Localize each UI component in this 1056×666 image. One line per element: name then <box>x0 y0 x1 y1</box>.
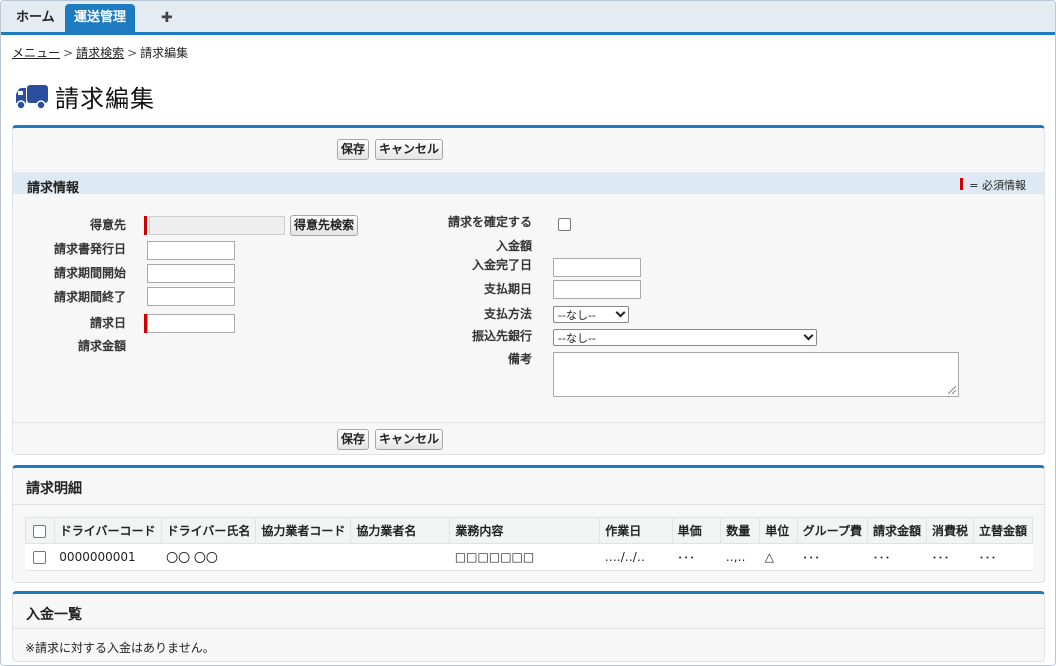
add-tab-icon[interactable]: ✚ <box>152 4 182 32</box>
required-legend-text: = 必須情報 <box>969 179 1026 192</box>
payment-method-select[interactable]: --なし-- <box>553 306 629 323</box>
select-all-cell <box>25 517 55 544</box>
due-date-input[interactable] <box>553 280 641 299</box>
table-row: 0000000001 〇〇 〇〇 □□□□□□□ ‥‥/‥/‥ ･･･ ‥,‥ … <box>25 543 1033 571</box>
tab-bar: ホーム 運送管理 ✚ <box>1 1 1055 35</box>
divider <box>13 504 1044 505</box>
column-header[interactable]: ドライバー氏名 <box>160 517 257 544</box>
label-remarks: 備考 <box>507 352 532 366</box>
table-cell: ･･･ <box>797 543 868 571</box>
label-payment-complete-date: 入金完了日 <box>471 258 532 272</box>
empty-payments-message: ※請求に対する入金はありません。 <box>25 641 215 655</box>
table-cell: △ <box>759 543 798 571</box>
detail-title: 請求明細 <box>26 481 82 497</box>
column-header[interactable]: 業務内容 <box>449 517 601 544</box>
label-issue-date: 請求書発行日 <box>53 242 126 256</box>
breadcrumb-separator: > <box>63 46 74 60</box>
label-billing-amount: 請求金額 <box>77 339 126 353</box>
table-header-row: ドライバーコード ドライバー氏名 協力業者コード 協力業者名 業務内容 作業日 … <box>25 517 1034 544</box>
label-due-date: 支払期日 <box>483 282 532 296</box>
bank-value: --なし-- <box>558 331 596 345</box>
bank-select[interactable]: --なし-- <box>553 329 817 346</box>
breadcrumb-current: 請求編集 <box>140 46 189 60</box>
cancel-button[interactable]: キャンセル <box>375 139 444 160</box>
chevron-down-icon <box>615 307 626 318</box>
breadcrumb-separator: > <box>127 46 138 60</box>
customer-field <box>149 216 285 235</box>
save-button[interactable]: 保存 <box>337 139 370 160</box>
column-header[interactable]: 単位 <box>759 517 798 544</box>
table-cell <box>255 543 351 571</box>
label-payment-method: 支払方法 <box>483 307 532 321</box>
bottom-button-row: 保存 キャンセル <box>337 429 444 451</box>
label-confirm: 請求を確定する <box>447 215 532 229</box>
column-header[interactable]: 数量 <box>720 517 761 544</box>
table-cell: 0000000001 <box>54 543 162 571</box>
column-header[interactable]: 作業日 <box>599 517 673 544</box>
billing-edit-panel: 保存 キャンセル 請求情報 = 必須情報 得意先 得意先検索 請求書発行日 請求… <box>12 125 1045 455</box>
row-checkbox[interactable] <box>33 551 47 564</box>
label-customer: 得意先 <box>89 218 126 232</box>
breadcrumb-search-link[interactable]: 請求検索 <box>76 46 124 60</box>
table-cell: ･･･ <box>926 543 974 571</box>
section-header-billing-info: 請求情報 = 必須情報 <box>13 172 1044 196</box>
period-end-input[interactable] <box>147 287 235 306</box>
save-button-bottom[interactable]: 保存 <box>337 429 370 450</box>
remarks-textarea[interactable] <box>553 352 959 397</box>
column-header[interactable]: グループ費 <box>796 517 868 544</box>
breadcrumb-menu-link[interactable]: メニュー <box>12 46 60 60</box>
confirm-checkbox[interactable] <box>558 218 571 231</box>
payment-complete-date-input[interactable] <box>553 258 641 277</box>
truck-icon <box>16 84 48 110</box>
tab-transport-management[interactable]: 運送管理 <box>65 4 136 32</box>
page-title: 請求編集 <box>55 85 155 113</box>
top-button-row: 保存 キャンセル <box>337 139 444 161</box>
column-header[interactable]: ドライバーコード <box>53 517 162 544</box>
page-header: 請求編集 <box>15 79 155 114</box>
label-received-amount: 入金額 <box>495 239 532 253</box>
period-start-input[interactable] <box>147 264 235 283</box>
select-all-checkbox[interactable] <box>33 524 47 538</box>
table-cell: ‥,‥ <box>720 543 760 571</box>
resize-handle-icon[interactable] <box>948 386 956 394</box>
label-billing-date: 請求日 <box>89 316 126 330</box>
table-cell: ‥‥/‥/‥ <box>599 543 673 571</box>
customer-search-button[interactable]: 得意先検索 <box>290 215 359 236</box>
cancel-button-bottom[interactable]: キャンセル <box>375 429 444 450</box>
column-header[interactable]: 消費税 <box>925 517 974 544</box>
issue-date-input[interactable] <box>147 241 235 260</box>
detail-table: ドライバーコード ドライバー氏名 協力業者コード 協力業者名 業務内容 作業日 … <box>25 517 1034 571</box>
column-header[interactable]: 単価 <box>671 517 722 544</box>
column-header[interactable]: 請求金額 <box>866 517 927 544</box>
table-cell: ･･･ <box>867 543 927 571</box>
billing-detail-panel: 請求明細 ドライバーコード ドライバー氏名 協力業者コード 協力業者名 業務内容… <box>12 465 1045 583</box>
payments-panel: 入金一覧 ※請求に対する入金はありません。 <box>12 591 1045 662</box>
app-window: ホーム 運送管理 ✚ メニュー > 請求検索 > 請求編集 請求編集 保存 キャンセル … <box>0 0 1056 666</box>
label-period-start: 請求期間開始 <box>53 266 126 280</box>
divider <box>13 422 1044 423</box>
table-cell: □□□□□□□ <box>449 543 600 571</box>
divider <box>13 628 1044 629</box>
billing-date-input[interactable] <box>147 314 235 333</box>
row-select-cell <box>25 543 55 571</box>
table-cell <box>350 543 450 571</box>
column-header[interactable]: 立替金額 <box>972 517 1034 544</box>
payment-method-value: --なし-- <box>558 308 596 322</box>
required-marker <box>960 178 964 190</box>
table-cell: 〇〇 〇〇 <box>161 543 256 571</box>
breadcrumb: メニュー > 請求検索 > 請求編集 <box>12 44 188 61</box>
column-header[interactable]: 協力業者コード <box>255 517 352 544</box>
chevron-down-icon <box>803 330 814 341</box>
label-bank: 振込先銀行 <box>471 329 532 343</box>
payments-title: 入金一覧 <box>26 607 82 623</box>
required-marker <box>144 216 147 235</box>
label-period-end: 請求期間終了 <box>53 290 126 304</box>
required-legend: = 必須情報 <box>960 177 1026 193</box>
section-title: 請求情報 <box>27 181 80 196</box>
table-cell: ･･･ <box>672 543 721 571</box>
table-cell: ･･･ <box>973 543 1033 571</box>
column-header[interactable]: 協力業者名 <box>350 517 451 544</box>
tab-home[interactable]: ホーム <box>7 4 64 32</box>
